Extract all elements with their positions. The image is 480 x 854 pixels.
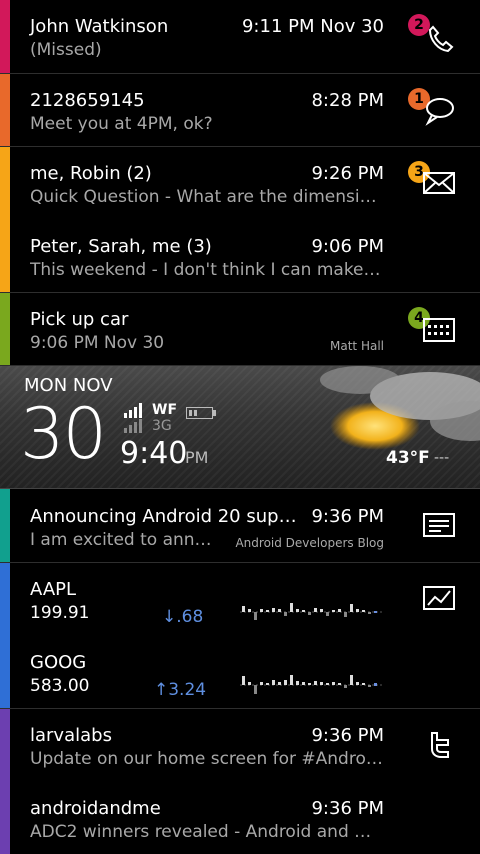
stock-item[interactable]: AAPL 199.91 ↓.68 (30, 579, 384, 629)
speech-bubble-icon[interactable] (418, 92, 460, 128)
tweet-author: androidandme (30, 798, 161, 819)
stock-price: 583.00 (30, 676, 90, 696)
temperature: 43°F (386, 448, 430, 468)
feed-title: Announcing Android 20 supported devices (30, 506, 300, 527)
twitter-section[interactable]: larvalabs 9:36 PM Update on our home scr… (0, 709, 480, 854)
tweet-time: 9:36 PM (311, 725, 384, 746)
call-detail: (Missed) (30, 40, 102, 60)
calendar-icon[interactable] (418, 311, 460, 347)
stock-symbol: GOOG (30, 652, 87, 673)
calendar-event[interactable]: Pick up car 9:06 PM Nov 30 Matt Hall (30, 309, 384, 359)
caller-name: John Watkinson (30, 16, 169, 37)
stock-change: ↑3.24 (154, 680, 207, 700)
sms-color-bar (0, 74, 10, 146)
email-subject: This weekend - I don't think I can make … (30, 260, 384, 280)
temperature-extra: --- (434, 450, 450, 466)
clock-time: 9:40 (120, 436, 188, 471)
tweet-text: Update on our home screen for #Android..… (30, 749, 384, 769)
stock-item[interactable]: GOOG 583.00 ↑3.24 (30, 652, 384, 702)
email-from: me, Robin (2) (30, 163, 152, 184)
clock-ampm: PM (185, 448, 209, 467)
email-item[interactable]: Peter, Sarah, me (3) 9:06 PM This weeken… (30, 236, 384, 286)
stock-symbol: AAPL (30, 579, 77, 600)
event-calendar-owner: Matt Hall (330, 339, 384, 353)
twitter-color-bar (0, 709, 10, 854)
call-time: 9:11 PM Nov 30 (241, 16, 384, 37)
email-item[interactable]: me, Robin (2) 9:26 PM Quick Question - W… (30, 163, 384, 213)
tweet-text: ADC2 winners revealed - Android and me..… (30, 822, 384, 842)
calendar-section[interactable]: Pick up car 9:06 PM Nov 30 Matt Hall 4 (0, 293, 480, 366)
clock-weather-widget[interactable]: MON NOV 30 WF 3G 9:40 PM 43°F --- (0, 366, 480, 489)
email-time: 9:26 PM (311, 163, 384, 184)
sms-section[interactable]: 2128659145 8:28 PM Meet you at 4PM, ok? … (0, 74, 480, 147)
stock-change: ↓.68 (162, 607, 204, 627)
tweet-time: 9:36 PM (311, 798, 384, 819)
phone-icon[interactable] (418, 18, 460, 54)
sms-time: 8:28 PM (311, 90, 384, 111)
stock-sparkline (240, 603, 384, 620)
tweet-item[interactable]: androidandme 9:36 PM ADC2 winners reveal… (30, 798, 384, 848)
feed-source: Android Developers Blog (235, 536, 384, 550)
tweet-author: larvalabs (30, 725, 112, 746)
news-icon[interactable] (418, 508, 460, 544)
network-signal-icon (124, 418, 146, 433)
call-item[interactable]: John Watkinson 9:11 PM Nov 30 (Missed) (30, 16, 384, 66)
gmail-color-bar (0, 147, 10, 292)
stock-sparkline (240, 675, 384, 694)
network-type: 3G (152, 418, 172, 434)
wifi-indicator: WF (152, 402, 178, 418)
calls-color-bar (0, 0, 10, 73)
battery-icon (186, 404, 216, 419)
sms-sender: 2128659145 (30, 90, 145, 111)
sms-item[interactable]: 2128659145 8:28 PM Meet you at 4PM, ok? (30, 90, 384, 140)
event-time: 9:06 PM Nov 30 (30, 333, 165, 353)
rss-color-bar (0, 489, 10, 562)
tweet-item[interactable]: larvalabs 9:36 PM Update on our home scr… (30, 725, 384, 775)
event-title: Pick up car (30, 309, 129, 330)
feed-item[interactable]: Announcing Android 20 supported devices … (30, 506, 384, 556)
weather-cloud-sun-icon (320, 366, 480, 450)
calendar-color-bar (0, 293, 10, 365)
calls-section[interactable]: John Watkinson 9:11 PM Nov 30 (Missed) 2 (0, 0, 480, 74)
email-subject: Quick Question - What are the dimensions… (30, 187, 384, 207)
stocks-section[interactable]: AAPL 199.91 ↓.68 GOOG 583.00 ↑3.24 (0, 563, 480, 709)
rss-section[interactable]: Announcing Android 20 supported devices … (0, 489, 480, 563)
twitter-bird-icon[interactable] (418, 727, 460, 763)
email-time: 9:06 PM (311, 236, 384, 257)
feed-summary: I am excited to announce... (30, 530, 220, 550)
envelope-icon[interactable] (418, 165, 460, 201)
stock-chart-icon[interactable] (418, 581, 460, 617)
stock-price: 199.91 (30, 603, 90, 623)
email-from: Peter, Sarah, me (3) (30, 236, 212, 257)
clock-day-number: 30 (20, 393, 107, 475)
gmail-section[interactable]: me, Robin (2) 9:26 PM Quick Question - W… (0, 147, 480, 293)
signal-strength-icon (124, 402, 146, 418)
feed-time: 9:36 PM (311, 506, 384, 527)
stocks-color-bar (0, 563, 10, 708)
sms-preview: Meet you at 4PM, ok? (30, 114, 213, 134)
